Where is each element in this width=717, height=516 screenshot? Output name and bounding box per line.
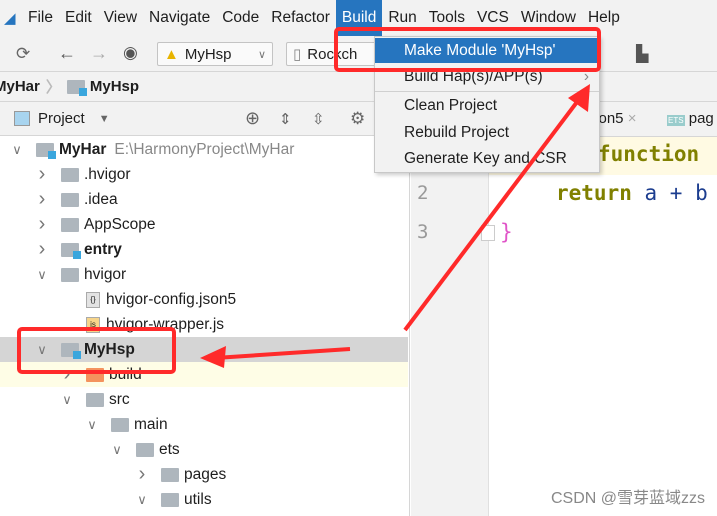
watermark: CSDN @雪芽蓝域zzs [550,490,705,507]
highlight-box-make-module [334,27,601,72]
arrow-head [200,346,226,368]
arrow-line [214,347,351,360]
annotation-overlay [17,27,601,374]
highlight-box-myhsp [17,327,176,374]
arrow-line [403,96,582,332]
